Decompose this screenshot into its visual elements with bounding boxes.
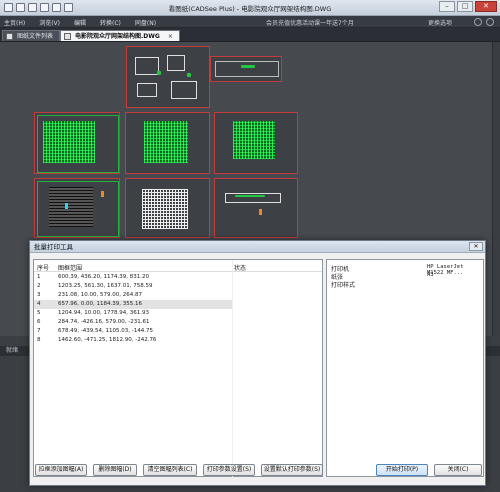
app-window: 看图纸(CADSee Plus) - 电影院观众厅网架结构图.DWG – □ ✕… (0, 0, 500, 492)
menu-convert[interactable]: 转换(C) (100, 18, 121, 27)
drawing-mark (65, 203, 68, 209)
tab-file-list[interactable]: 图纸文件列表 (2, 30, 61, 41)
row-range: 231.08, 10.00, 579.00, 264.87 (58, 292, 142, 298)
row-number: 6 (37, 319, 41, 325)
drawing-detail (171, 81, 197, 99)
menu-sync[interactable]: 同盘(N) (135, 18, 156, 27)
drawing-sheet-7 (125, 178, 210, 238)
row-number: 8 (37, 337, 41, 343)
minimize-button[interactable]: – (439, 1, 455, 12)
dialog-button-bar: 拉框添加图幅(A) 删除图幅(D) 清空图幅列表(C) 打印参数设置(S) 设置… (33, 464, 323, 480)
drawing-mark (157, 71, 161, 75)
member-promo-link[interactable]: 会员充值优惠活动课一年送7个月 (266, 18, 354, 27)
printer-value[interactable]: HP LaserJet M1522 MF... (427, 264, 483, 276)
drawing-sheet-6 (34, 178, 120, 238)
grid-plan (49, 187, 93, 227)
start-print-button[interactable]: 开始打印(P) (376, 464, 428, 476)
menu-home[interactable]: 主页(H) (4, 18, 25, 27)
dwg-file-icon (64, 33, 71, 40)
dialog-title: 批量打印工具 (30, 241, 485, 253)
drawing-sheet-2 (210, 56, 282, 82)
menu-browse[interactable]: 浏览(V) (39, 18, 60, 27)
table-row[interactable]: 8 1462.60, -471.25, 1812.90, -242.76 (34, 336, 232, 345)
maximize-button[interactable]: □ (457, 1, 473, 12)
column-header-range[interactable]: 图框范围 (58, 263, 82, 272)
row-range: 600.39, 436.20, 1174.39, 831.20 (58, 274, 149, 280)
help-icon[interactable] (474, 18, 482, 26)
table-row[interactable]: 2 1203.25, 561.30, 1637.01, 758.59 (34, 282, 232, 291)
clear-list-button[interactable]: 清空图幅列表(C) (143, 464, 197, 476)
grid-plan (43, 121, 95, 163)
column-header-no[interactable]: 序号 (37, 263, 49, 272)
drawing-sheet-1 (126, 46, 210, 108)
theme-options-button[interactable]: 更换选项 (428, 18, 452, 27)
table-row[interactable]: 3 231.08, 10.00, 579.00, 264.87 (34, 291, 232, 300)
window-title: 看图纸(CADSee Plus) - 电影院观众厅网架结构图.DWG (168, 5, 332, 13)
row-range: 657.96, 0.00, 1184.39, 355.16 (58, 301, 142, 307)
drawing-detail (167, 55, 185, 71)
table-header: 序号 图框范围 状态 (34, 260, 322, 272)
row-number: 1 (37, 274, 41, 280)
row-number: 2 (37, 283, 41, 289)
file-list-icon (6, 33, 13, 40)
tab-bar: 图纸文件列表 电影院观众厅网架结构图.DWG × (0, 28, 500, 42)
row-number: 4 (37, 301, 41, 307)
row-number: 3 (37, 292, 41, 298)
menu-edit[interactable]: 编辑 (74, 18, 86, 27)
print-style-label: 打印样式 (331, 282, 356, 289)
vertical-scrollbar[interactable] (492, 42, 500, 336)
grid-plan (233, 121, 275, 159)
table-row[interactable]: 1 600.39, 436.20, 1174.39, 831.20 (34, 273, 232, 282)
row-range: 1204.94, 10.00, 1778.94, 361.93 (58, 310, 149, 316)
print-properties-panel: 打印机 HP LaserJet M1522 MF... 纸张 A3 打印样式 (326, 259, 484, 477)
grid-plan (144, 121, 188, 163)
frame-list-table: 序号 图框范围 状态 1 600.39, 436.20, 1174.39, 83… (33, 259, 323, 478)
drawing-sheet-5 (214, 112, 298, 174)
tab-drawing[interactable]: 电影院观众厅网架结构图.DWG × (60, 30, 180, 41)
tab-file-list-label: 图纸文件列表 (17, 33, 54, 40)
row-range: 1203.25, 561.30, 1637.01, 758.59 (58, 283, 153, 289)
table-row[interactable]: 6 284.74, -426.16, 579.00, -231.61 (34, 318, 232, 327)
title-bar: 看图纸(CADSee Plus) - 电影院观众厅网架结构图.DWG – □ ✕ (0, 0, 500, 16)
drawing-sheet-8 (214, 178, 298, 238)
drawing-mark (235, 195, 265, 197)
print-settings-button[interactable]: 打印参数设置(S) (203, 464, 255, 476)
table-row[interactable]: 5 1204.94, 10.00, 1778.94, 361.93 (34, 309, 232, 318)
close-window-button[interactable]: ✕ (475, 1, 497, 12)
column-header-status[interactable]: 状态 (234, 263, 246, 272)
menu-bar: 主页(H) 浏览(V) 编辑 转换(C) 同盘(N) 会员充值优惠活动课一年送7… (0, 16, 500, 28)
drawing-detail (137, 83, 157, 97)
batch-print-dialog: 批量打印工具 ✕ 序号 图框范围 状态 1 600.39, 436.20, 11… (29, 240, 486, 486)
legend-box (215, 61, 279, 77)
table-row-selected[interactable]: 4 657.96, 0.00, 1184.39, 355.16 (34, 300, 232, 309)
tab-drawing-label: 电影院观众厅网架结构图.DWG (75, 33, 160, 40)
user-icon[interactable] (486, 18, 494, 26)
row-number: 7 (37, 328, 41, 334)
drawing-mark (241, 65, 255, 68)
drawing-detail (135, 57, 159, 75)
drawing-mark (259, 209, 262, 215)
add-frame-button[interactable]: 拉框添加图幅(A) (35, 464, 87, 476)
table-row[interactable]: 7 678.49, -439.54, 1105.03, -144.75 (34, 327, 232, 336)
row-number: 5 (37, 310, 41, 316)
row-range: 678.49, -439.54, 1105.03, -144.75 (58, 328, 153, 334)
default-settings-button[interactable]: 设置默认打印参数(S) (261, 464, 323, 476)
row-range: 284.74, -426.16, 579.00, -231.61 (58, 319, 150, 325)
tab-close-icon[interactable]: × (168, 33, 173, 40)
row-range: 1462.60, -471.25, 1812.90, -242.76 (58, 337, 157, 343)
window-controls: – □ ✕ (439, 1, 497, 12)
drawing-mark (101, 191, 104, 197)
grid-plan (142, 189, 188, 229)
drawing-mark (187, 73, 191, 77)
column-divider (232, 260, 233, 478)
dialog-close-button[interactable]: ✕ (469, 242, 483, 251)
drawing-sheet-4 (125, 112, 210, 174)
paper-value[interactable]: A3 (427, 272, 434, 278)
close-dialog-button[interactable]: 关闭(C) (434, 464, 482, 476)
delete-frame-button[interactable]: 删除图幅(D) (93, 464, 137, 476)
drawing-sheet-3 (34, 112, 120, 174)
